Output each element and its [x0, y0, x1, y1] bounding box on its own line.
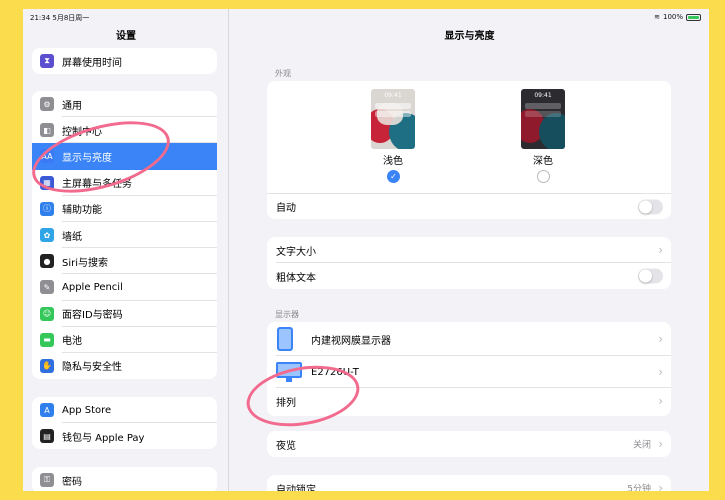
ipad-icon [277, 327, 293, 351]
night-shift-card: 夜览 关闭 › [267, 431, 671, 457]
sidebar-item[interactable]: ▤ 钱包与 Apple Pay [32, 423, 217, 449]
sidebar-item[interactable]: ✿ 墙纸 [32, 222, 217, 249]
display-section-label: 显示器 [275, 310, 299, 319]
sidebar-title: 设置 [116, 31, 136, 42]
dark-thumbnail-time: 09:41 [534, 92, 552, 99]
sidebar-item-label: 屏幕使用时间 [62, 57, 122, 69]
builtin-display-row[interactable]: 内建视网膜显示器 › [267, 322, 671, 356]
settings-sidebar: 设置 ⧗ 屏幕使用时间 ⚙ 通用 ◧ 控制中心 AA 显示与亮度 ▦ 主屏幕与多任务 ⓘ 辅助功能 ✿… [23, 9, 229, 491]
sidebar-item[interactable]: ✎ Apple Pencil [32, 274, 217, 301]
sidebar-item-label: 密码 [62, 476, 82, 488]
appearance-section-label: 外观 [275, 69, 291, 78]
text-card: 文字大小 › 粗体文本 [267, 237, 671, 289]
text-size-label: 文字大小 [276, 246, 316, 258]
dark-mode-label: 深色 [533, 156, 553, 167]
chevron-right-icon: › [658, 394, 663, 408]
bold-text-toggle[interactable] [638, 268, 663, 284]
dark-mode-thumbnail[interactable]: 09:41 [521, 89, 565, 149]
chevron-right-icon: › [658, 481, 663, 491]
auto-lock-label: 自动锁定 [276, 484, 316, 492]
sidebar-item-label: 电池 [62, 336, 82, 348]
sidebar-item-label: 面容ID与密码 [62, 310, 123, 322]
pencil-icon: ✎ [40, 280, 54, 295]
bold-text-row: 粗体文本 [267, 263, 671, 289]
night-shift-row[interactable]: 夜览 关闭 › [267, 431, 671, 457]
chevron-right-icon: › [658, 365, 663, 379]
wallet-icon: ▤ [40, 429, 54, 444]
sidebar-item-label: 辅助功能 [62, 205, 102, 217]
sidebar-item-label: Siri与搜索 [62, 257, 109, 269]
bold-text-label: 粗体文本 [276, 272, 316, 284]
night-shift-value: 关闭 [632, 440, 651, 451]
sidebar-item-label: 钱包与 Apple Pay [62, 432, 145, 444]
sidebar-item-label: Apple Pencil [62, 281, 123, 293]
sidebar-item[interactable]: ● Siri与搜索 [32, 248, 217, 275]
control-center-icon: ◧ [40, 123, 54, 138]
night-shift-label: 夜览 [276, 440, 296, 452]
appearance-card: 09:41 09:41 浅色 深色 ✓ 自动 [267, 81, 671, 219]
chevron-right-icon: › [658, 437, 663, 451]
sidebar-item[interactable]: ⓘ 辅助功能 [32, 196, 217, 223]
light-mode-thumbnail[interactable]: 09:41 [371, 89, 415, 149]
auto-label: 自动 [276, 203, 296, 214]
sidebar-item[interactable]: A App Store [32, 397, 217, 424]
sidebar-item-label: 隐私与安全性 [62, 362, 122, 374]
text-size-row[interactable]: 文字大小 › [267, 237, 671, 263]
key-icon: ⚿ [40, 473, 54, 488]
auto-row: 自动 [267, 193, 671, 219]
builtin-display-label: 内建视网膜显示器 [311, 335, 391, 347]
auto-toggle[interactable] [638, 199, 663, 214]
app-store-icon: A [40, 403, 54, 418]
light-mode-radio[interactable]: ✓ [387, 170, 400, 183]
wallpaper-icon: ✿ [40, 228, 54, 243]
sidebar-item-label: App Store [62, 404, 112, 416]
gear-icon: ⚙ [40, 97, 54, 112]
siri-icon: ● [40, 254, 54, 269]
sidebar-item[interactable]: ✋ 隐私与安全性 [32, 353, 217, 379]
sidebar-item[interactable]: ▬ 电池 [32, 327, 217, 354]
face-id-icon: ☺ [40, 306, 54, 321]
auto-lock-card: 自动锁定 5分钟 › [267, 475, 671, 491]
accessibility-icon: ⓘ [40, 201, 54, 216]
sidebar-item[interactable]: ⚿ 密码 [32, 467, 217, 491]
hourglass-icon: ⧗ [40, 54, 54, 69]
sidebar-item[interactable]: ⧗ 屏幕使用时间 [32, 48, 217, 74]
light-mode-label: 浅色 [383, 156, 403, 167]
auto-lock-row[interactable]: 自动锁定 5分钟 › [267, 475, 671, 491]
sidebar-item-label: 墙纸 [62, 231, 82, 243]
hand-icon: ✋ [40, 358, 54, 373]
light-thumbnail-time: 09:41 [384, 92, 402, 99]
sidebar-item[interactable]: ⚙ 通用 [32, 91, 217, 118]
ipad-screen: 21:34 5月8日周一 ≋ 100% 设置 ⧗ 屏幕使用时间 ⚙ 通用 ◧ 控制中心 A… [23, 9, 709, 491]
page-title: 显示与亮度 [444, 31, 495, 42]
sidebar-item[interactable]: ☺ 面容ID与密码 [32, 301, 217, 327]
chevron-right-icon: › [658, 243, 663, 257]
dark-mode-radio[interactable] [537, 170, 550, 183]
sidebar-group-store: A App Store ▤ 钱包与 Apple Pay [32, 397, 217, 450]
auto-lock-value: 5分钟 [627, 484, 651, 492]
sidebar-item-label: 通用 [62, 100, 82, 112]
chevron-right-icon: › [658, 332, 663, 346]
battery-icon: ▬ [40, 332, 54, 347]
sidebar-group-passwords: ⚿ 密码 [32, 467, 217, 491]
sidebar-group-screen-time: ⧗ 屏幕使用时间 [32, 48, 217, 75]
